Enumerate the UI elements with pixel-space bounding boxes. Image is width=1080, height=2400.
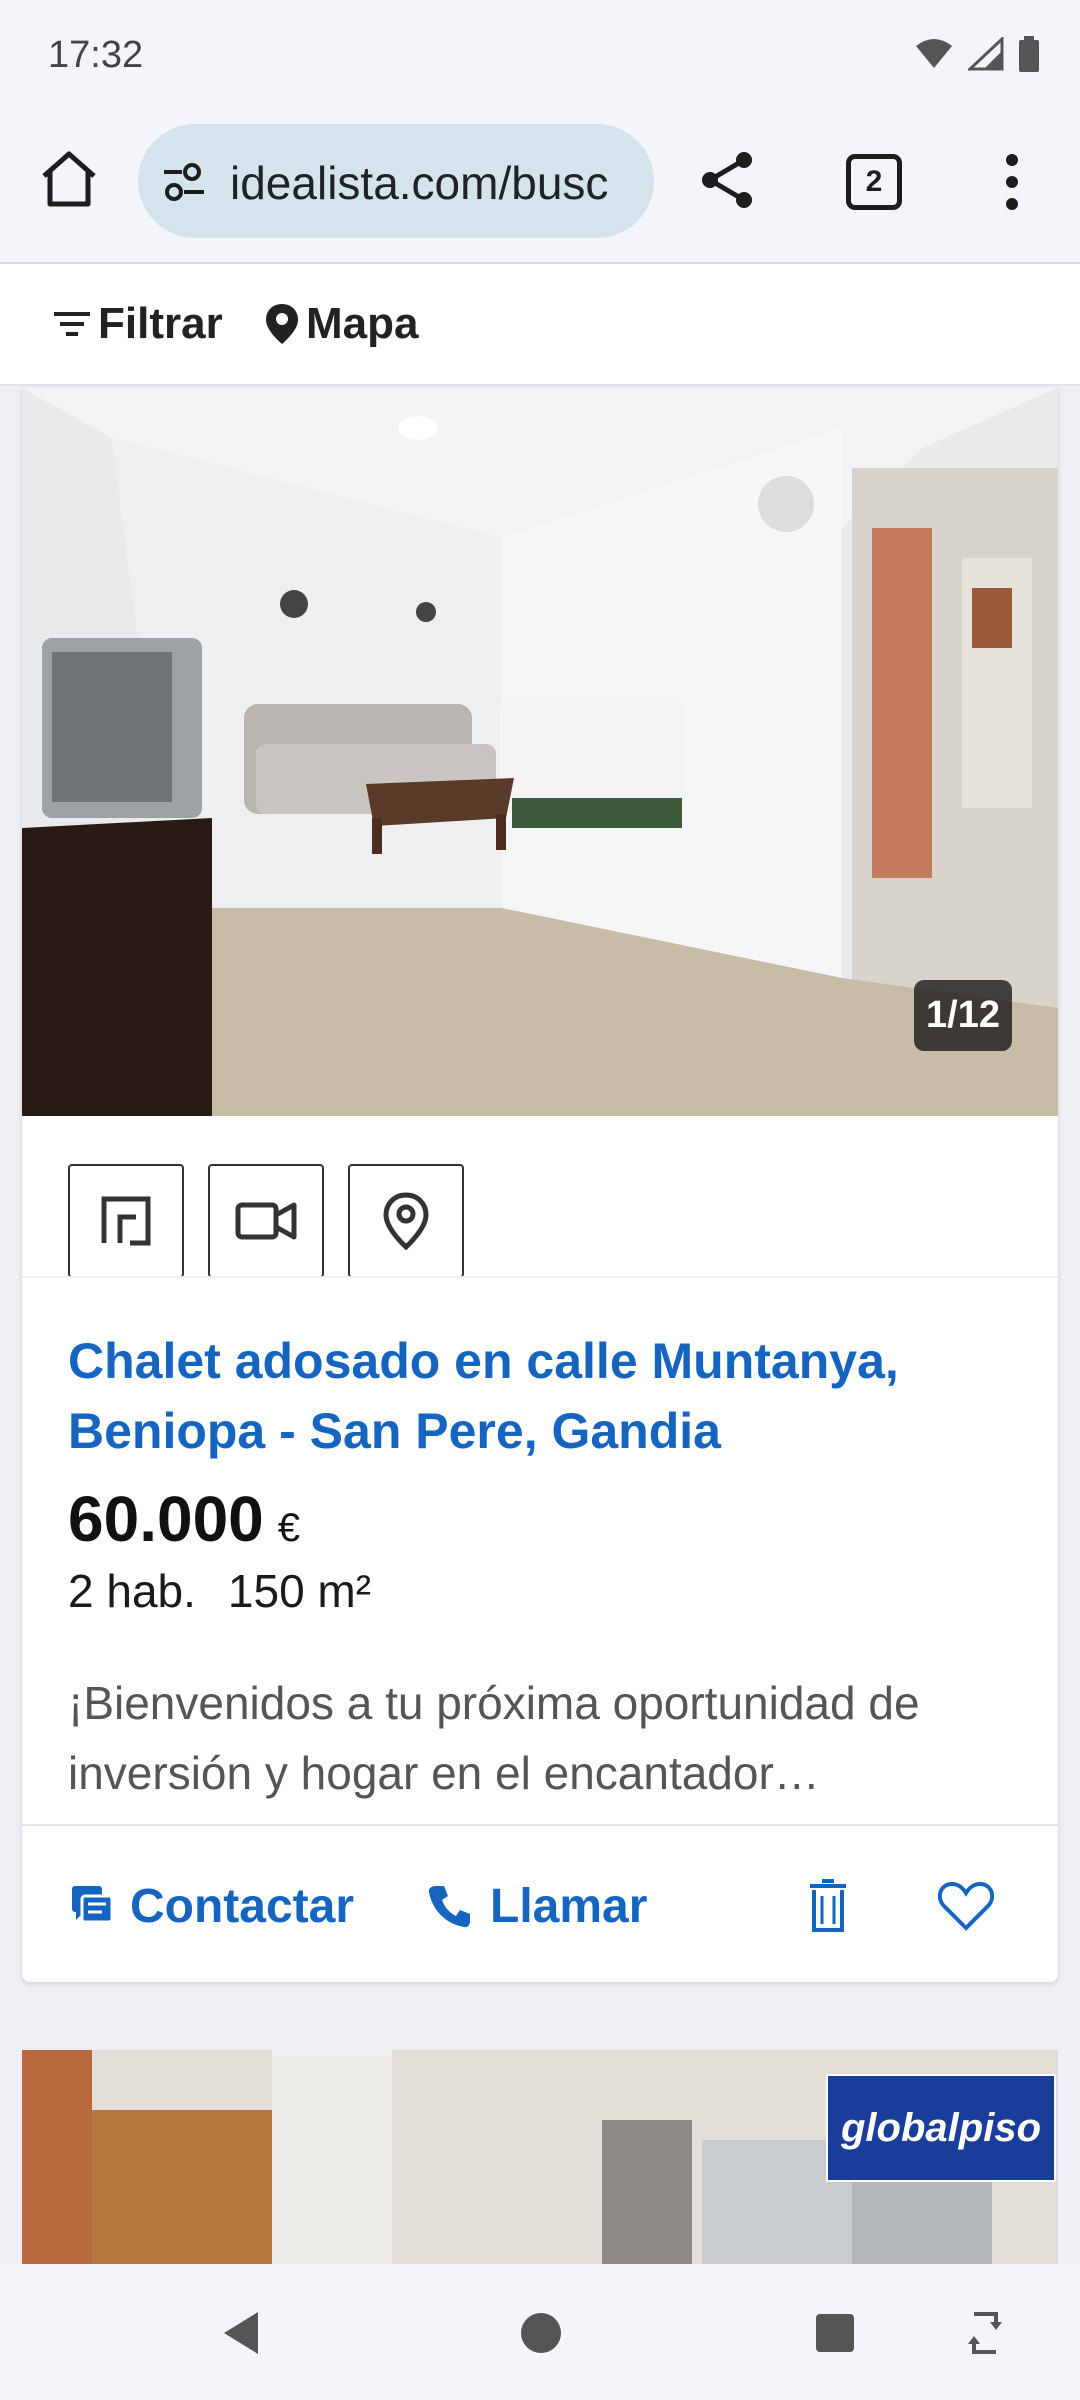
listing-card[interactable]: 1/12 Chalet adosado en calle Muntanya, B… xyxy=(22,388,1058,1982)
map-pin-icon xyxy=(266,304,298,344)
photo-counter: 1/12 xyxy=(914,980,1012,1051)
listing-features: 2 hab. 150 m² xyxy=(68,1564,371,1618)
next-listing-card[interactable]: globalpiso xyxy=(22,2050,1058,2264)
heart-icon[interactable] xyxy=(938,1880,994,1932)
rotate-icon[interactable] xyxy=(960,2308,1010,2358)
url-text: idealista.com/busc xyxy=(230,157,609,209)
rooms: 2 hab. xyxy=(68,1565,196,1617)
status-bar: 17:32 xyxy=(0,0,1080,116)
call-button[interactable]: Llamar xyxy=(426,1856,647,1956)
floor-plan-icon xyxy=(101,1196,151,1246)
filter-icon xyxy=(54,312,90,336)
system-nav-bar xyxy=(0,2264,1080,2400)
recents-icon[interactable] xyxy=(810,2308,860,2358)
divider xyxy=(22,1276,1058,1278)
chat-icon xyxy=(72,1886,114,1924)
tab-switcher-button[interactable]: 2 xyxy=(846,154,902,210)
filter-label: Filtrar xyxy=(98,299,223,348)
listing-actions: Contactar Llamar xyxy=(22,1856,1058,1956)
more-vert-icon[interactable] xyxy=(1000,152,1024,212)
listing-photo[interactable]: 1/12 xyxy=(22,388,1058,1116)
site-settings-icon[interactable] xyxy=(160,160,208,204)
call-label: Llamar xyxy=(490,1879,648,1933)
trash-icon[interactable] xyxy=(808,1878,848,1934)
share-icon[interactable] xyxy=(698,150,758,210)
signal-icon xyxy=(968,37,1004,71)
map-label: Mapa xyxy=(306,299,419,348)
floor-plan-button[interactable] xyxy=(68,1164,184,1278)
status-icons xyxy=(914,36,1040,72)
browser-toolbar: idealista.com/busc 2 xyxy=(0,116,1080,264)
location-button[interactable] xyxy=(348,1164,464,1278)
address-bar[interactable]: idealista.com/busc xyxy=(138,124,654,238)
location-pin-icon xyxy=(383,1192,429,1251)
living-room-photo xyxy=(22,388,1058,1116)
video-icon xyxy=(235,1202,297,1240)
price-value: 60.000 xyxy=(68,1483,264,1555)
status-time: 17:32 xyxy=(48,34,144,76)
listing-title[interactable]: Chalet adosado en calle Muntanya, Beniop… xyxy=(68,1326,1028,1466)
back-icon[interactable] xyxy=(218,2308,268,2358)
feature-icons-row xyxy=(68,1164,464,1278)
area: 150 m² xyxy=(227,1565,372,1617)
contact-label: Contactar xyxy=(130,1879,355,1933)
wifi-icon xyxy=(916,39,952,68)
video-button[interactable] xyxy=(208,1164,324,1278)
home-nav-icon[interactable] xyxy=(516,2308,566,2358)
listing-description[interactable]: ¡Bienvenidos a tu próxima oportunidad de… xyxy=(68,1668,1028,1808)
map-button[interactable]: Mapa xyxy=(264,294,418,354)
listing-price: 60.000 € xyxy=(68,1482,300,1556)
price-currency: € xyxy=(277,1506,300,1550)
agency-logo: globalpiso xyxy=(826,2074,1056,2182)
phone-icon xyxy=(428,1886,470,1928)
filter-button[interactable]: Filtrar xyxy=(52,294,223,354)
battery-icon xyxy=(1019,36,1039,72)
divider xyxy=(22,1824,1058,1826)
filter-bar: Filtrar Mapa xyxy=(0,264,1080,386)
contact-button[interactable]: Contactar xyxy=(70,1856,354,1956)
home-icon[interactable] xyxy=(38,148,100,210)
